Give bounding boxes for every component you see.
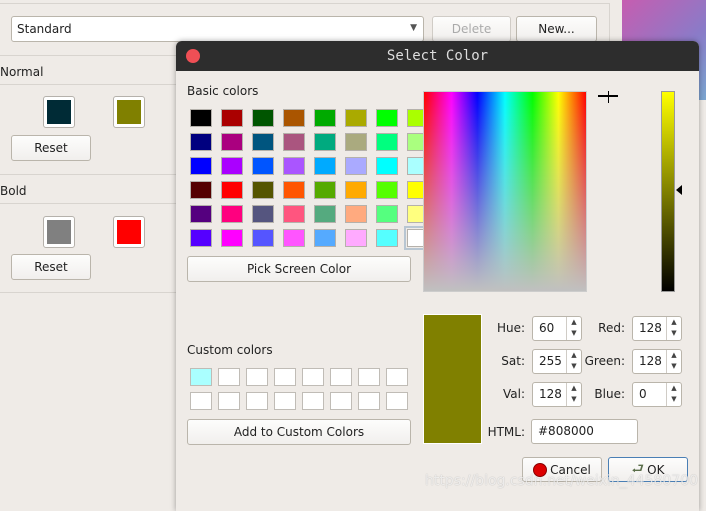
basic-color-swatch[interactable] [283, 157, 305, 175]
val-spinbox[interactable]: 128 ▲ ▼ [532, 382, 582, 407]
custom-color-swatch[interactable] [218, 368, 240, 386]
bold-background-swatch[interactable] [113, 216, 145, 248]
basic-color-swatch[interactable] [252, 133, 274, 151]
dialog-title: Select Color [386, 48, 489, 64]
custom-color-swatch[interactable] [246, 392, 268, 410]
custom-color-swatch[interactable] [386, 368, 408, 386]
basic-color-swatch[interactable] [252, 181, 274, 199]
basic-color-swatch[interactable] [190, 205, 212, 223]
normal-label: Normal [0, 65, 44, 79]
basic-color-swatch[interactable] [221, 205, 243, 223]
value-slider[interactable] [661, 91, 675, 292]
normal-foreground-swatch[interactable] [43, 96, 75, 128]
basic-color-swatch[interactable] [376, 229, 398, 247]
custom-color-swatch[interactable] [330, 392, 352, 410]
custom-color-swatch[interactable] [302, 392, 324, 410]
bold-reset-button[interactable]: Reset [11, 254, 91, 280]
green-spinbox[interactable]: 128 ▲ ▼ [632, 349, 682, 374]
basic-color-swatch[interactable] [376, 205, 398, 223]
basic-color-swatch[interactable] [345, 157, 367, 175]
custom-color-swatch[interactable] [358, 368, 380, 386]
basic-color-swatch[interactable] [283, 109, 305, 127]
basic-color-swatch[interactable] [190, 109, 212, 127]
basic-color-swatch[interactable] [376, 157, 398, 175]
basic-color-swatch[interactable] [283, 205, 305, 223]
blue-spinbox[interactable]: 0 ▲ ▼ [632, 382, 682, 407]
title-bar: Select Color [176, 41, 699, 71]
basic-color-swatch[interactable] [190, 181, 212, 199]
basic-color-swatch[interactable] [314, 109, 336, 127]
basic-color-swatch[interactable] [376, 133, 398, 151]
basic-color-swatch[interactable] [345, 205, 367, 223]
custom-color-swatch[interactable] [218, 392, 240, 410]
basic-color-swatch[interactable] [345, 109, 367, 127]
current-color-preview [423, 314, 482, 444]
delete-button[interactable]: Delete [432, 16, 511, 42]
basic-colors-label: Basic colors [187, 84, 259, 98]
watermark: https://blog.csdn.net/weixin_44580700 [425, 473, 699, 489]
basic-color-swatch[interactable] [221, 181, 243, 199]
basic-color-swatch[interactable] [252, 109, 274, 127]
bold-foreground-swatch[interactable] [43, 216, 75, 248]
basic-color-swatch[interactable] [345, 133, 367, 151]
custom-color-swatch[interactable] [386, 392, 408, 410]
custom-color-swatch[interactable] [190, 392, 212, 410]
html-label: HTML: [487, 425, 525, 439]
hue-saturation-picker[interactable] [423, 91, 618, 292]
sat-spinbox[interactable]: 255 ▲ ▼ [532, 349, 582, 374]
hue-spinbox[interactable]: 60 ▲ ▼ [532, 316, 582, 341]
basic-color-swatch[interactable] [283, 181, 305, 199]
basic-color-swatch[interactable] [314, 133, 336, 151]
basic-color-swatch[interactable] [345, 229, 367, 247]
html-input[interactable]: #808000 [531, 419, 638, 444]
add-to-custom-colors-button[interactable]: Add to Custom Colors [187, 419, 411, 445]
basic-color-swatch[interactable] [221, 133, 243, 151]
custom-color-swatch[interactable] [274, 368, 296, 386]
scheme-value: Standard [17, 22, 72, 36]
pick-screen-color-button[interactable]: Pick Screen Color [187, 256, 411, 282]
chevron-down-icon: ▼ [410, 23, 417, 33]
basic-color-swatch[interactable] [190, 133, 212, 151]
hue-label: Hue: [496, 321, 525, 335]
custom-color-swatch[interactable] [358, 392, 380, 410]
basic-color-swatch[interactable] [283, 229, 305, 247]
basic-color-swatch[interactable] [190, 229, 212, 247]
basic-color-swatch[interactable] [221, 229, 243, 247]
normal-reset-button[interactable]: Reset [11, 135, 91, 161]
normal-background-swatch[interactable] [113, 96, 145, 128]
basic-color-swatch[interactable] [314, 229, 336, 247]
basic-color-swatch[interactable] [190, 157, 212, 175]
basic-color-swatch[interactable] [252, 205, 274, 223]
scheme-combo[interactable]: Standard ▼ [11, 16, 424, 42]
basic-color-swatch[interactable] [314, 205, 336, 223]
crosshair-icon [608, 91, 609, 103]
value-arrow-icon[interactable] [676, 185, 682, 195]
red-spinbox[interactable]: 128 ▲ ▼ [632, 316, 682, 341]
new-button[interactable]: New... [516, 16, 597, 42]
basic-color-swatch[interactable] [376, 181, 398, 199]
basic-color-swatch[interactable] [376, 109, 398, 127]
sat-label: Sat: [501, 354, 525, 368]
red-label: Red: [598, 321, 625, 335]
basic-color-swatch[interactable] [283, 133, 305, 151]
basic-color-swatch[interactable] [345, 181, 367, 199]
green-label: Green: [584, 354, 625, 368]
custom-color-swatch[interactable] [302, 368, 324, 386]
custom-color-swatch[interactable] [246, 368, 268, 386]
basic-color-swatch[interactable] [221, 109, 243, 127]
basic-color-swatch[interactable] [314, 181, 336, 199]
crosshair-icon [598, 95, 618, 97]
bold-label: Bold [0, 184, 27, 198]
blue-label: Blue: [594, 387, 625, 401]
basic-color-swatch[interactable] [252, 229, 274, 247]
basic-color-swatch[interactable] [221, 157, 243, 175]
custom-colors-label: Custom colors [187, 343, 273, 357]
custom-color-swatch[interactable] [274, 392, 296, 410]
custom-color-swatch[interactable] [330, 368, 352, 386]
basic-color-swatch[interactable] [252, 157, 274, 175]
basic-color-swatch[interactable] [314, 157, 336, 175]
custom-color-swatch[interactable] [190, 368, 212, 386]
val-label: Val: [502, 387, 525, 401]
